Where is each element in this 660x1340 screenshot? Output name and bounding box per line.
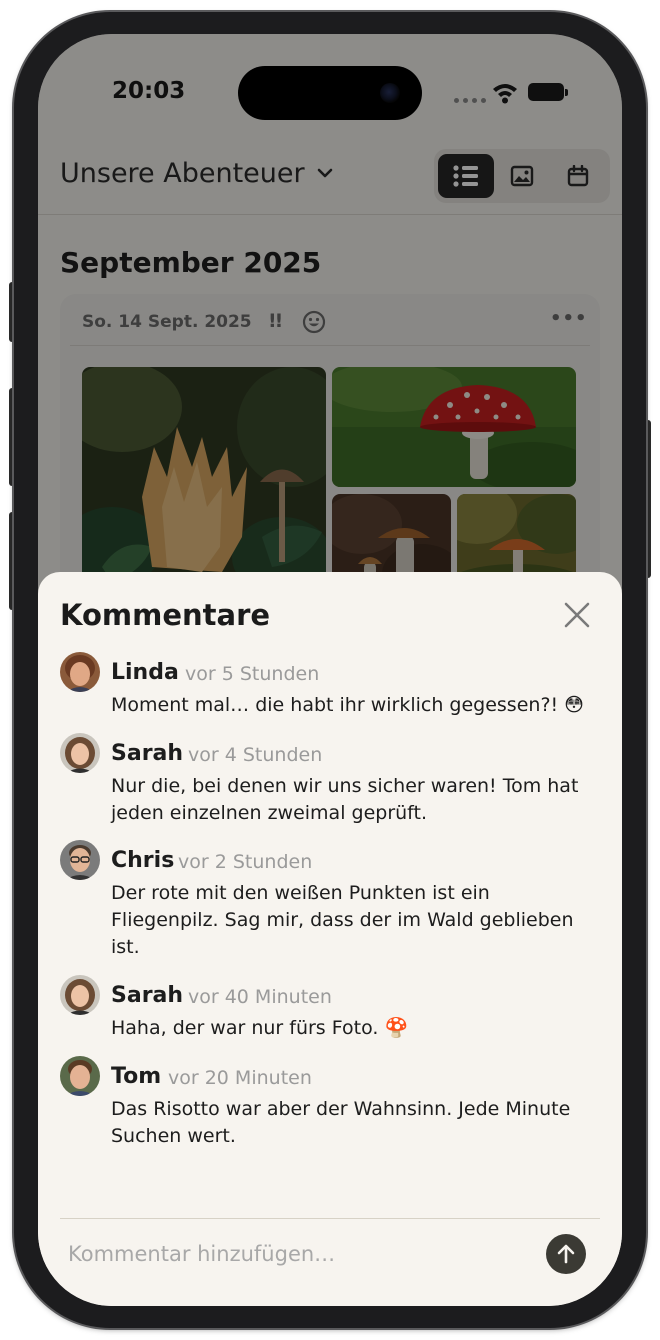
comment-author: Linda	[111, 660, 179, 685]
comment-text: Haha, der war nur fürs Foto. 🍄	[111, 1017, 409, 1039]
comment-author: Sarah	[111, 983, 184, 1008]
send-button[interactable]	[546, 1234, 586, 1274]
comment-author: Tom	[111, 1064, 162, 1089]
avatar[interactable]	[60, 1056, 100, 1096]
avatar[interactable]	[60, 975, 100, 1015]
comment-time: vor 40 Minuten	[188, 986, 332, 1008]
comment-text: Der rote mit den weißen Punkten ist ein …	[111, 882, 574, 958]
comment-time: vor 4 Stunden	[188, 744, 323, 766]
comment-time: vor 2 Stunden	[178, 851, 313, 873]
comment-text: Moment mal… die habt ihr wirklich gegess…	[111, 694, 584, 716]
comment-time: vor 5 Stunden	[185, 663, 320, 685]
close-icon[interactable]	[562, 600, 592, 630]
comment-time: vor 20 Minuten	[168, 1067, 312, 1089]
input-divider	[60, 1218, 600, 1219]
avatar[interactable]	[60, 652, 100, 692]
comment-input[interactable]	[68, 1236, 528, 1272]
comment-text: Nur die, bei denen wir uns sicher waren!…	[111, 775, 579, 824]
avatar[interactable]	[60, 840, 100, 880]
comments-sheet: Kommentare Linda vor 5 Stunden Moment ma…	[38, 572, 622, 1306]
comment-author: Chris	[111, 848, 175, 873]
phone-frame: 20:03 Unsere Abenteuer September 2025 So…	[14, 12, 646, 1328]
avatar[interactable]	[60, 733, 100, 773]
comment-text: Das Risotto war aber der Wahnsinn. Jede …	[111, 1098, 571, 1147]
modal-backdrop[interactable]	[38, 34, 622, 594]
screen: 20:03 Unsere Abenteuer September 2025 So…	[38, 34, 622, 1306]
comment-author: Sarah	[111, 741, 184, 766]
sheet-title: Kommentare	[60, 598, 271, 632]
arrow-up-icon	[557, 1244, 575, 1264]
